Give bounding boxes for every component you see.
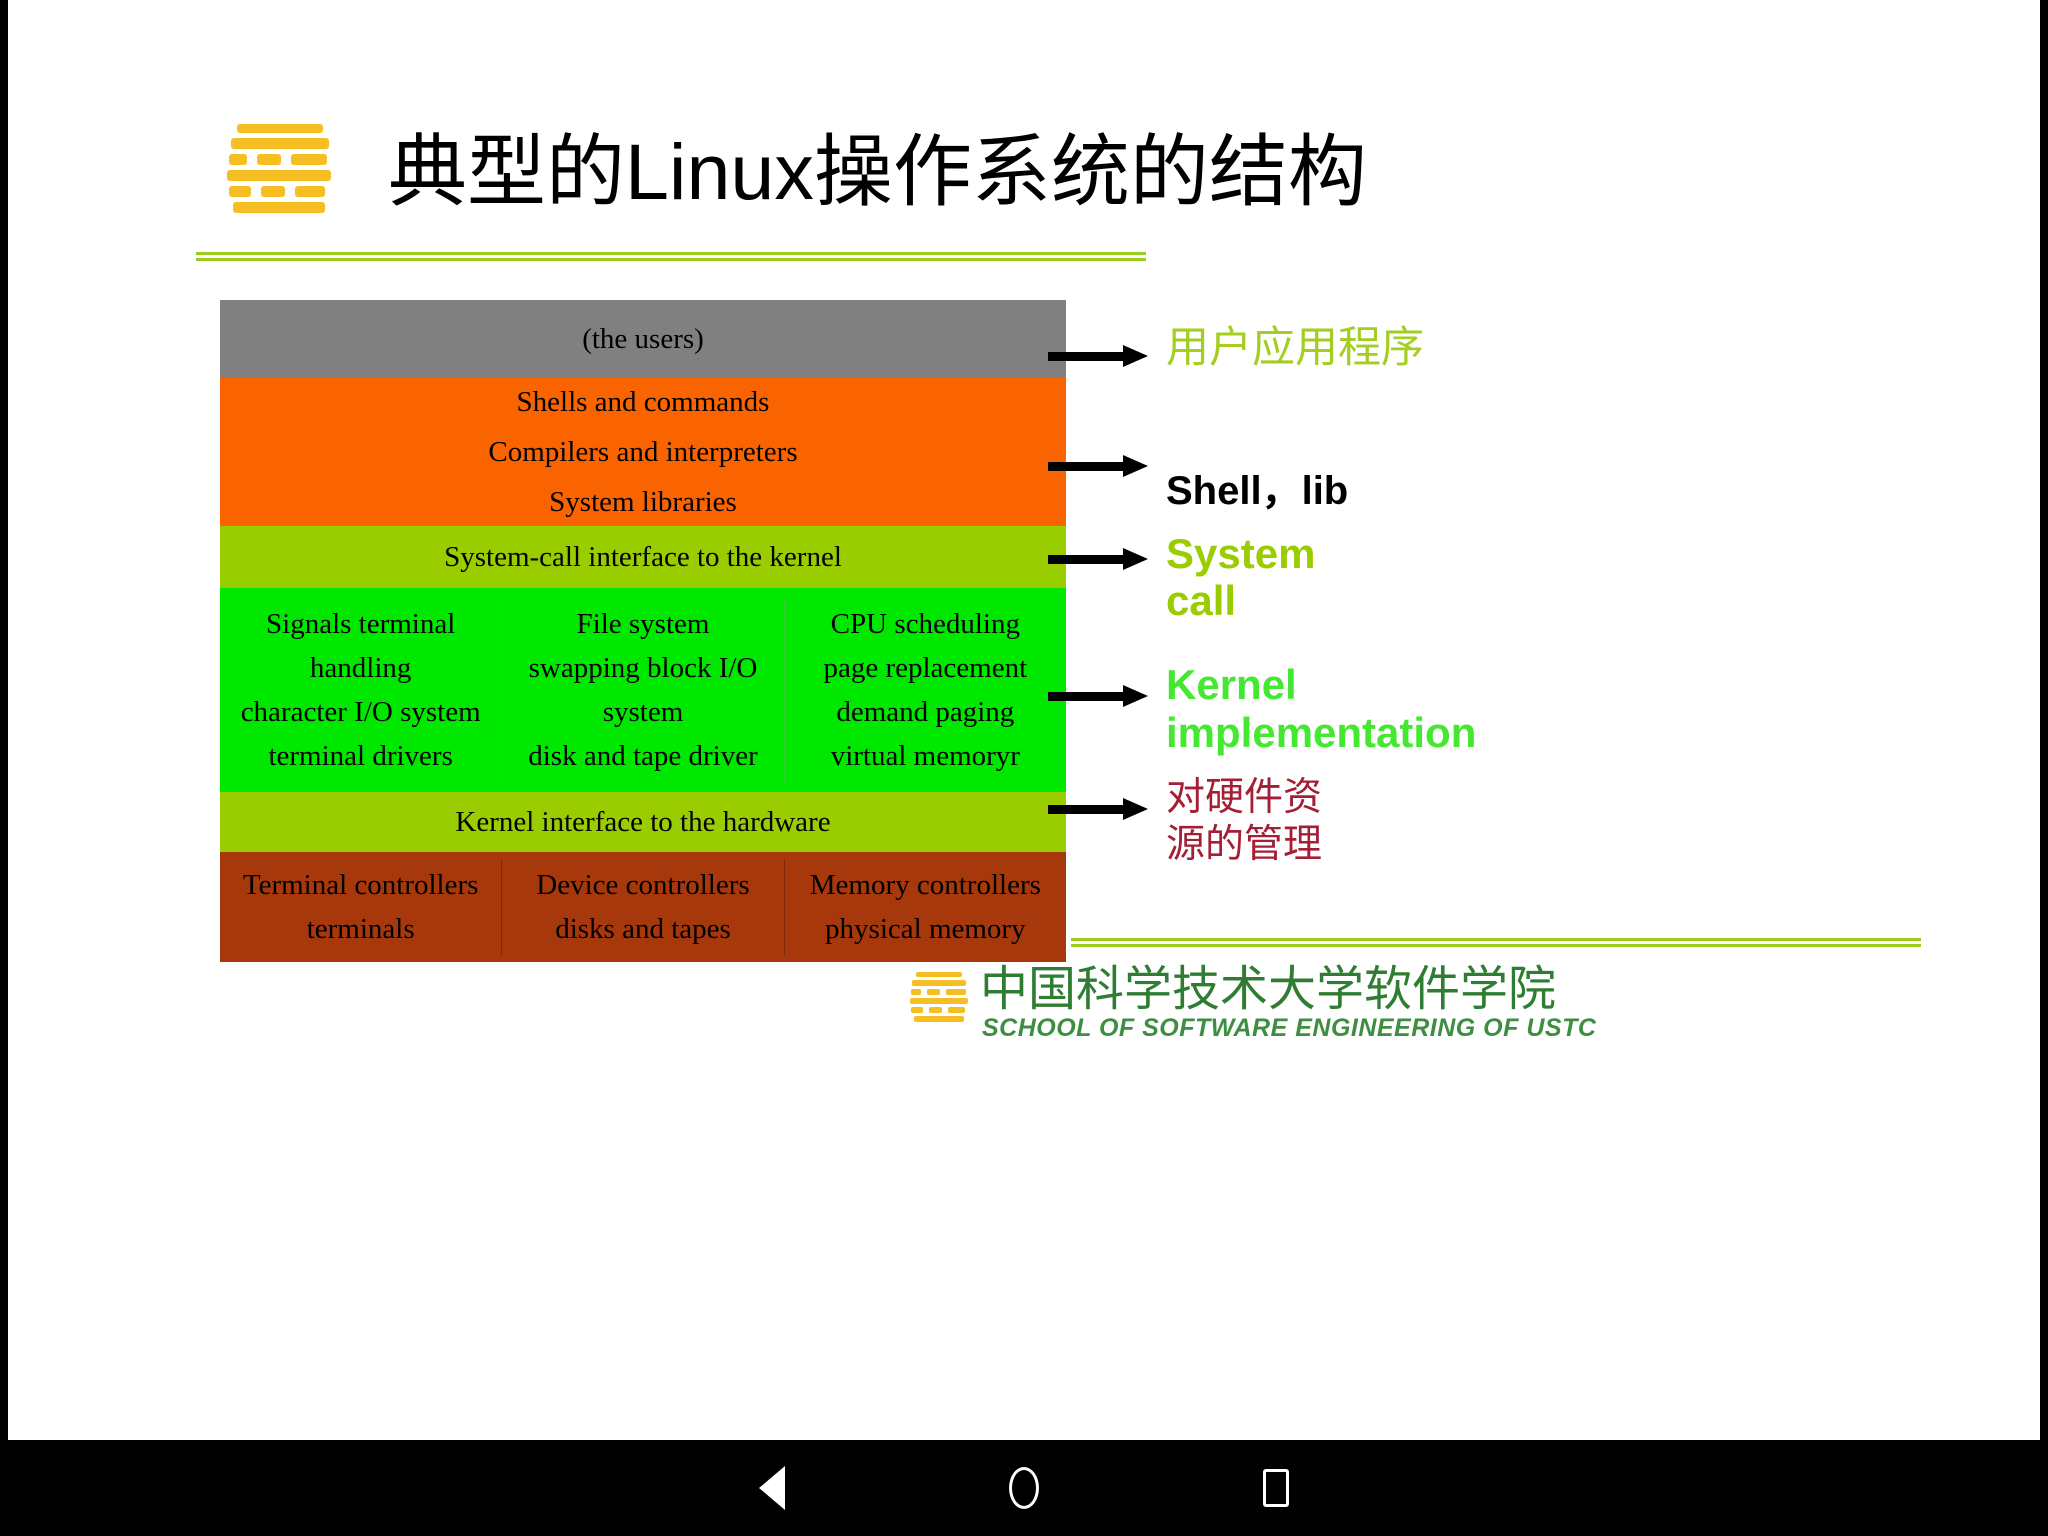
arrow-right-icon	[1048, 455, 1148, 477]
annotation-hardware-resource-management-label: 对硬件资 源的管理	[1166, 776, 1323, 866]
annotation-kernel-implementation-label: Kernel implementation	[1166, 661, 1477, 756]
kernel-col2-line2: swapping block I/O	[528, 652, 758, 684]
kernel-col2-line3: system	[602, 696, 684, 728]
annotation-system-call-label: System call	[1166, 530, 1316, 624]
annotation-kernel-implementation: Kernel implementation	[1048, 661, 1476, 757]
kernel-column-2: File system swapping block I/O system di…	[501, 598, 783, 782]
kernel-col3-line4: virtual memoryr	[830, 740, 1020, 772]
layer-kernel-hardware-interface: Kernel interface to the hardware	[220, 792, 1066, 852]
kernel-col2-line4: disk and tape driver	[528, 740, 758, 772]
kernel-col1-line1: Signals terminal	[266, 608, 456, 640]
footer-en-name: SCHOOL OF SOFTWARE ENGINEERING OF USTC	[982, 1014, 1597, 1042]
kernel-col2-line1: File system	[576, 608, 710, 640]
layer-users-label: (the users)	[582, 322, 704, 355]
layer-hardware: Terminal controllers terminals Device co…	[220, 852, 1066, 962]
device-screen: 典型的Linux操作系统的结构 (the users) Shells and c…	[0, 0, 2048, 1536]
hw-col3-line1: Memory controllers	[809, 869, 1041, 901]
footer-divider	[1071, 938, 1921, 947]
footer-branding: 中国科学技术大学软件学院 SCHOOL OF SOFTWARE ENGINEER…	[908, 963, 1596, 1042]
android-navigation-bar	[0, 1440, 2048, 1536]
layer-shells-line-2: Compilers and interpreters	[488, 436, 798, 468]
annotation-user-applications: 用户应用程序	[1048, 325, 1424, 375]
annotation-system-call: System call	[1048, 530, 1315, 624]
hw-col3-line2: physical memory	[825, 913, 1026, 945]
kernel-column-1: Signals terminal handling character I/O …	[220, 598, 501, 782]
arrow-right-icon	[1048, 798, 1148, 820]
hardware-column-3: Memory controllers physical memory	[783, 859, 1066, 955]
layer-shells-line-1: Shells and commands	[516, 386, 770, 418]
hardware-column-1: Terminal controllers terminals	[220, 859, 501, 955]
layer-syscall-label: System-call interface to the kernel	[444, 540, 842, 573]
triangle-back-icon	[759, 1466, 785, 1510]
kernel-col3-line1: CPU scheduling	[830, 608, 1020, 640]
annotation-shell-lib: Shell，lib	[1048, 455, 1348, 515]
kernel-col1-line3: character I/O system	[240, 696, 481, 728]
footer-cn-name: 中国科学技术大学软件学院	[980, 963, 1557, 1016]
layer-system-call-interface: System-call interface to the kernel	[220, 526, 1066, 588]
nav-back-button[interactable]	[646, 1440, 898, 1536]
hw-col2-line2: disks and tapes	[555, 913, 731, 945]
kernel-col1-line2: handling	[309, 652, 412, 684]
kernel-col3-line3: demand paging	[836, 696, 1015, 728]
nav-recents-button[interactable]	[1150, 1440, 1402, 1536]
layer-shells-line-3: System libraries	[549, 486, 737, 518]
hardware-column-2: Device controllers disks and tapes	[501, 859, 783, 955]
ustc-sse-striped-logo-icon	[908, 971, 970, 1029]
linux-architecture-diagram: (the users) Shells and commands Compiler…	[220, 300, 1066, 962]
hw-col1-line2: terminals	[306, 913, 415, 945]
circle-home-icon	[1009, 1467, 1039, 1509]
presentation-slide: 典型的Linux操作系统的结构 (the users) Shells and c…	[8, 0, 2040, 1440]
layer-users: (the users)	[220, 300, 1066, 378]
layer-kernel: Signals terminal handling character I/O …	[220, 588, 1066, 792]
nav-home-button[interactable]	[898, 1440, 1150, 1536]
kernel-col1-line4: terminal drivers	[268, 740, 453, 772]
hw-col1-line1: Terminal controllers	[242, 869, 479, 901]
arrow-right-icon	[1048, 345, 1148, 367]
annotation-user-applications-label: 用户应用程序	[1166, 325, 1424, 372]
title-divider	[196, 252, 1146, 261]
ustc-sse-striped-logo-icon	[223, 122, 338, 222]
kernel-column-3: CPU scheduling page replacement demand p…	[783, 598, 1066, 782]
annotation-shell-lib-label: Shell，lib	[1166, 469, 1349, 513]
arrow-right-icon	[1048, 685, 1148, 707]
hw-col2-line1: Device controllers	[536, 869, 750, 901]
layer-shells: Shells and commands Compilers and interp…	[220, 378, 1066, 526]
square-recents-icon	[1263, 1469, 1289, 1507]
arrow-right-icon	[1048, 548, 1148, 570]
page-title: 典型的Linux操作系统的结构	[388, 127, 1367, 216]
kernel-col3-line2: page replacement	[823, 652, 1028, 684]
annotation-hardware-resource-management: 对硬件资 源的管理	[1048, 776, 1322, 868]
layer-hwif-label: Kernel interface to the hardware	[455, 805, 831, 838]
